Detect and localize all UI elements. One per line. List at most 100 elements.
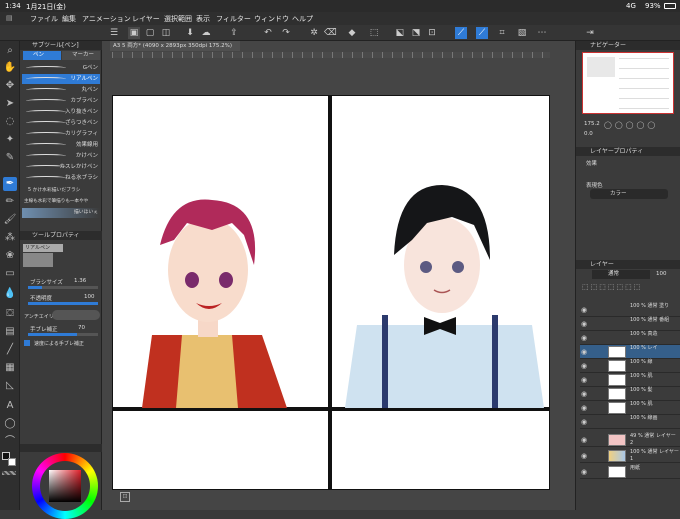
layer-row[interactable]: ◉ 49 % 通常 レイヤー 2 xyxy=(580,433,680,447)
fill-icon[interactable]: ◆ xyxy=(346,27,358,39)
brush-real-pen[interactable]: リアルペン xyxy=(22,74,100,84)
menu-filter[interactable]: フィルター xyxy=(216,14,251,24)
brush-kabura-pen[interactable]: カブラペン xyxy=(22,96,100,106)
eye-icon[interactable]: ◉ xyxy=(581,334,589,342)
layer-row[interactable]: ◉ 100 % 線 xyxy=(580,359,680,373)
brush-taper-pen[interactable]: 入り抜きペン xyxy=(22,107,100,117)
color-wheel[interactable] xyxy=(32,453,98,519)
undo-icon[interactable]: ↶ xyxy=(262,27,274,39)
menu-animation[interactable]: アニメーション xyxy=(82,14,131,24)
sub-color-swatch[interactable] xyxy=(8,458,16,466)
antialias-selector[interactable] xyxy=(52,310,100,320)
stabilization-value[interactable]: 70 xyxy=(78,325,85,331)
layer-row[interactable]: ◉ 100 % 肌 xyxy=(580,373,680,387)
canvas-menu-icon[interactable]: ⊡ xyxy=(120,492,130,502)
settings-icon[interactable]: ✲ xyxy=(308,27,320,39)
brush-watercolor-1[interactable]: 5 かけ水彩描いだブラシ xyxy=(22,186,100,196)
layer-row[interactable]: ◉ 100 % 真造 xyxy=(580,331,680,345)
menu-window[interactable]: ウィンドウ xyxy=(254,14,289,24)
transform-icon[interactable]: ⬚ xyxy=(368,27,380,39)
eye-icon[interactable]: ◉ xyxy=(581,436,589,444)
tab-marker[interactable]: マーカー xyxy=(62,51,100,60)
menu-icon[interactable]: ☰ xyxy=(108,27,120,39)
blend-mode-select[interactable]: 通常 xyxy=(592,270,650,279)
eye-icon[interactable]: ◉ xyxy=(581,362,589,370)
fill-bucket-icon[interactable]: ⛋ xyxy=(3,307,17,321)
gradient-icon[interactable]: ▤ xyxy=(3,325,17,339)
ruler-snap-icon[interactable]: ⟋ xyxy=(455,27,467,39)
layer-row[interactable]: ◉ 100 % 通常 塗り xyxy=(580,303,680,317)
eyedropper-icon[interactable]: ✎ xyxy=(3,151,17,165)
menu-layer[interactable]: レイヤー xyxy=(132,14,160,24)
operation-icon[interactable]: ➤ xyxy=(3,97,17,111)
brush-kasure-pen[interactable]: カスレかけペン xyxy=(22,162,100,172)
menu-edit[interactable]: 編集 xyxy=(62,14,76,24)
new-canvas-icon[interactable]: ▣ xyxy=(128,27,140,39)
eye-icon[interactable]: ◉ xyxy=(581,376,589,384)
figure-icon[interactable]: ╱ xyxy=(3,343,17,357)
perspective-icon[interactable]: ▧ xyxy=(516,27,528,39)
brush-effect-line[interactable]: 効果線用 xyxy=(22,140,100,150)
navigator-preview[interactable] xyxy=(582,52,674,114)
canvas-paper[interactable] xyxy=(111,94,551,491)
pen-icon[interactable]: ✒ xyxy=(3,177,17,191)
opacity-slider[interactable] xyxy=(28,302,98,305)
grid-snap-icon[interactable]: ⌗ xyxy=(496,27,508,39)
hand-icon[interactable]: ✋ xyxy=(3,61,17,75)
eraser-icon[interactable]: ▭ xyxy=(3,267,17,281)
airbrush-icon[interactable]: ⁂ xyxy=(3,231,17,245)
document-tab[interactable]: A3 5 両方* (4090 x 2893px 350dpi 175.2%) xyxy=(110,41,240,51)
blend-icon[interactable]: 💧 xyxy=(3,287,17,301)
speed-checkbox[interactable] xyxy=(24,340,30,346)
layer-row[interactable]: ◉ 100 % 肌 xyxy=(580,401,680,415)
opacity-value[interactable]: 100 xyxy=(84,294,95,300)
brush-calligraphy[interactable]: カリグラフィ xyxy=(22,129,100,139)
expression-color-select[interactable]: カラー xyxy=(590,189,668,199)
angle-value[interactable]: 0.0 xyxy=(584,131,593,137)
eye-icon[interactable]: ◉ xyxy=(581,390,589,398)
brush-icon[interactable]: 🖌 xyxy=(3,213,17,227)
zoom-icon[interactable]: ⌕ xyxy=(3,44,17,58)
export-icon[interactable]: ⇪ xyxy=(228,27,240,39)
brush-kake-pen[interactable]: かけペン xyxy=(22,151,100,161)
brush-watercolor-3[interactable]: 描いほいぇ xyxy=(22,208,100,218)
save-icon[interactable]: ⬇ xyxy=(184,27,196,39)
menu-selection[interactable]: 選択範囲 xyxy=(164,14,192,24)
eye-icon[interactable]: ◉ xyxy=(581,468,589,476)
layer-row-selected[interactable]: ◉ 100 % レイ xyxy=(580,345,680,359)
menu-file[interactable]: ファイル xyxy=(30,14,58,24)
menu-view[interactable]: 表示 xyxy=(196,14,210,24)
layer-row[interactable]: ◉ 100 % 通常 番組 xyxy=(580,317,680,331)
decoration-icon[interactable]: ❀ xyxy=(3,249,17,263)
pencil-icon[interactable]: ✏ xyxy=(3,195,17,209)
eye-icon[interactable]: ◉ xyxy=(581,404,589,412)
brush-water-brush[interactable]: ねる水ブラシ xyxy=(22,173,100,183)
brush-g-pen[interactable]: Gペン xyxy=(22,63,100,73)
brush-size-slider[interactable] xyxy=(28,286,98,289)
eye-icon[interactable]: ◉ xyxy=(581,320,589,328)
frame-icon[interactable]: ▦ xyxy=(3,361,17,375)
correction-icon[interactable]: ⌒ xyxy=(3,435,17,449)
text-icon[interactable]: A xyxy=(3,399,17,413)
layer-tools[interactable]: ⬚⬚⬚⬚⬚⬚⬚ xyxy=(582,283,676,293)
cloud-icon[interactable]: ☁ xyxy=(200,27,212,39)
move-icon[interactable]: ✥ xyxy=(3,79,17,93)
redo-icon[interactable]: ↷ xyxy=(280,27,292,39)
more-icon[interactable]: ⋯ xyxy=(536,27,548,39)
clear-icon[interactable]: ⌫ xyxy=(324,27,337,39)
layer-row[interactable]: ◉ 100 % 線画 xyxy=(580,415,680,429)
sidebar-toggle-icon[interactable]: ▤ xyxy=(6,14,13,22)
brush-round-pen[interactable]: 丸ペン xyxy=(22,85,100,95)
gallery-icon[interactable]: ◫ xyxy=(160,27,172,39)
navigator-controls[interactable]: ◯◯◯◯◯ xyxy=(604,121,674,137)
balloon-icon[interactable]: ◯ xyxy=(3,417,17,431)
invert-selection-icon[interactable]: ⬔ xyxy=(410,27,422,39)
brush-rough-pen[interactable]: ざらつきペン xyxy=(22,118,100,128)
deselect-icon[interactable]: ⬕ xyxy=(394,27,406,39)
crop-icon[interactable]: ⊡ xyxy=(426,27,438,39)
menu-help[interactable]: ヘルプ xyxy=(292,14,313,24)
eye-icon[interactable]: ◉ xyxy=(581,418,589,426)
special-ruler-icon[interactable]: ⟋ xyxy=(476,27,488,39)
layer-row[interactable]: ◉ 100 % 通常 レイヤー 1 xyxy=(580,449,680,463)
eye-icon[interactable]: ◉ xyxy=(581,348,589,356)
